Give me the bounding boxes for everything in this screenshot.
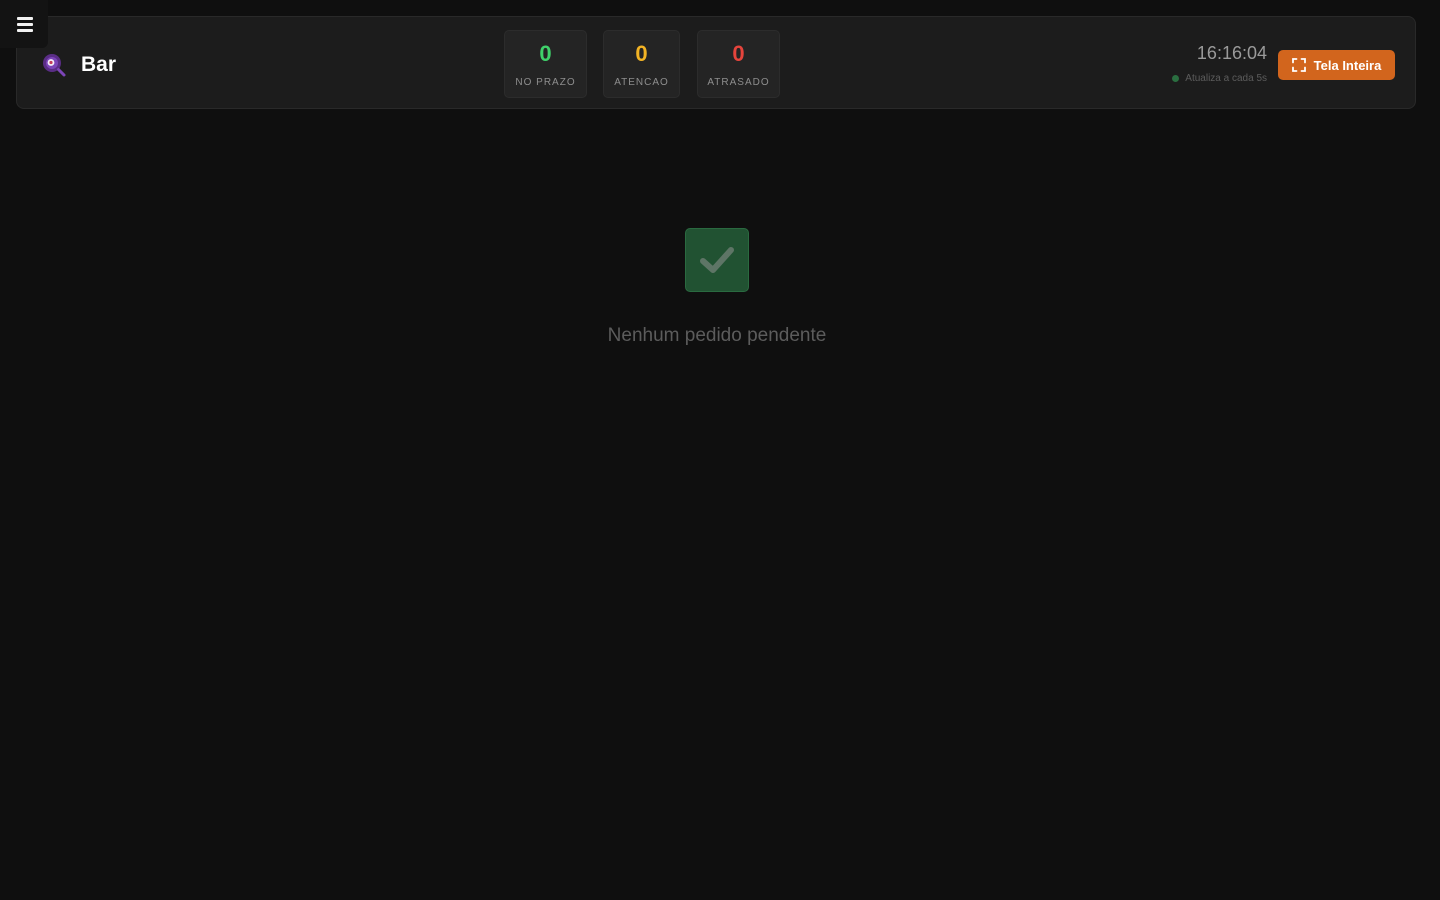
- status-dot-icon: [1172, 75, 1180, 82]
- fullscreen-label: Tela Inteira: [1313, 57, 1382, 73]
- stat-late-label: ATRASADO: [707, 77, 770, 88]
- empty-state-message: Nenhum pedido pendente: [607, 325, 827, 346]
- stat-late-value: 0: [732, 41, 745, 66]
- page-title: Bar: [81, 53, 117, 76]
- stat-attention-value: 0: [635, 41, 648, 66]
- menu-toggle-button[interactable]: [0, 0, 48, 48]
- hamburger-menu-icon: [17, 17, 33, 20]
- brand: Bar: [41, 52, 116, 78]
- empty-state: Nenhum pedido pendente: [0, 228, 1434, 347]
- hamburger-menu-icon-line: [17, 29, 33, 32]
- fullscreen-button[interactable]: Tela Inteira: [1278, 50, 1395, 80]
- bar-logo-icon: [41, 52, 67, 78]
- hamburger-menu-icon-line: [17, 23, 33, 26]
- fullscreen-icon: [1291, 58, 1306, 72]
- refresh-text: Atualiza a cada 5s: [1185, 73, 1267, 84]
- stat-attention: 0 ATENCAO: [603, 30, 680, 98]
- stat-on-time-label: NO PRAZO: [515, 77, 576, 88]
- stat-attention-label: ATENCAO: [614, 77, 669, 88]
- stat-late: 0 ATRASADO: [697, 30, 780, 98]
- stat-on-time-value: 0: [539, 41, 552, 66]
- checkmark-icon: [685, 228, 749, 292]
- clock: 16:16:04: [1196, 43, 1267, 63]
- stat-on-time: 0 NO PRAZO: [504, 30, 587, 98]
- refresh-indicator: Atualiza a cada 5s: [1172, 73, 1267, 84]
- page-header: Bar 0 NO PRAZO 0 ATENCAO 0 ATRASADO 16:1…: [16, 16, 1416, 109]
